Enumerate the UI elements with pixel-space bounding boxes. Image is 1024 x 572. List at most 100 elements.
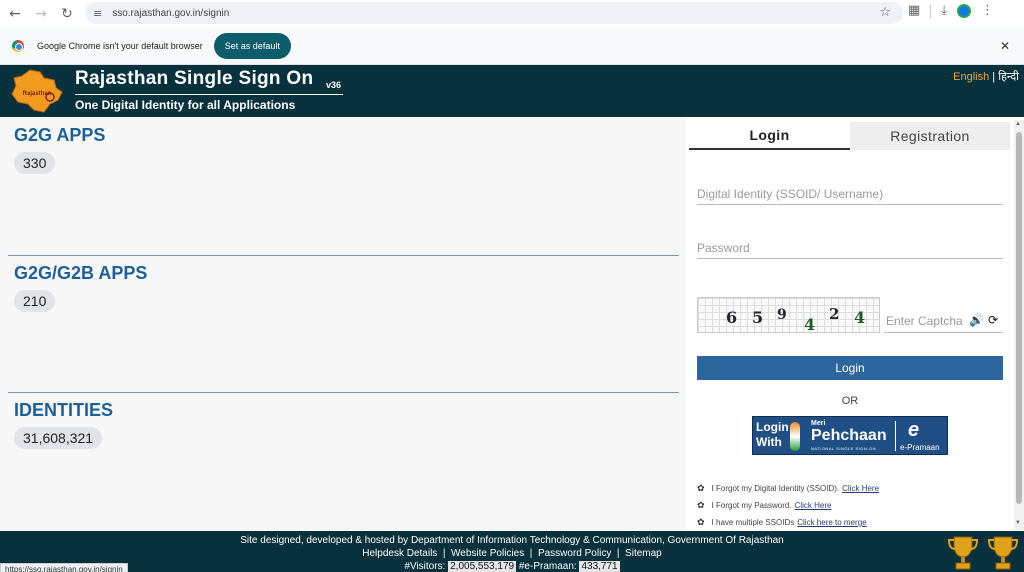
forgot-ssoid-text: I Forgot my Digital Identity (SSOID). bbox=[711, 484, 840, 493]
menu-icon[interactable]: ⋮ bbox=[981, 3, 994, 18]
helpdesk-link[interactable]: Helpdesk Details bbox=[362, 548, 437, 559]
merge-ssoid-text: I have multiple SSOIDs bbox=[711, 518, 795, 527]
forgot-password-link[interactable]: Click Here bbox=[795, 501, 832, 510]
bullet-icon: ✿ bbox=[697, 517, 705, 528]
status-bar-url: https://sso.rajasthan.gov.in/signin bbox=[0, 563, 128, 572]
chrome-logo-icon bbox=[12, 40, 24, 52]
epramaan-logo-icon: e bbox=[908, 419, 920, 441]
captcha-digit: 4 bbox=[854, 308, 866, 327]
stat-count: 31,608,321 bbox=[14, 427, 103, 449]
scroll-up-icon[interactable]: ▲ bbox=[1015, 121, 1021, 127]
help-links: ✿ I Forgot my Digital Identity (SSOID). Cl… bbox=[697, 480, 879, 531]
pehchaan-name: Pehchaan bbox=[811, 427, 887, 444]
bullet-icon: ✿ bbox=[697, 500, 705, 511]
url-text: sso.rajasthan.gov.in/signin bbox=[112, 7, 230, 19]
captcha-digit: 5 bbox=[752, 308, 764, 327]
pehchaan-login-with: Login With bbox=[756, 420, 789, 450]
browser-toolbar: ← → ↻ ≡ sso.rajasthan.gov.in/signin ☆ ▦ … bbox=[0, 0, 1024, 28]
download-icon[interactable]: ⤓ bbox=[941, 3, 947, 18]
website-policies-link[interactable]: Website Policies bbox=[451, 548, 524, 559]
profile-icon[interactable] bbox=[957, 3, 972, 18]
language-hindi-link[interactable]: हिन्दी bbox=[998, 71, 1019, 83]
password-policy-link[interactable]: Password Policy bbox=[538, 548, 611, 559]
bullet-icon: ✿ bbox=[697, 483, 705, 494]
footer-separator: | bbox=[529, 548, 533, 559]
visitors-count: 2,005,553,179 bbox=[448, 561, 517, 572]
address-bar[interactable]: ≡ sso.rajasthan.gov.in/signin ☆ bbox=[85, 2, 903, 24]
stat-g2g-apps: G2G APPS 330 bbox=[8, 125, 679, 256]
site-footer: Site designed, developed & hosted by Dep… bbox=[0, 531, 1024, 572]
ssoid-input[interactable]: Digital Identity (SSOID/ Username) bbox=[697, 185, 1003, 205]
stat-title: IDENTITIES bbox=[14, 400, 114, 420]
list-item: ✿ I Forgot my Digital Identity (SSOID). Cl… bbox=[697, 480, 879, 497]
stat-identities: IDENTITIES 31,608,321 bbox=[8, 400, 679, 449]
forgot-ssoid-link[interactable]: Click Here bbox=[842, 484, 879, 493]
captcha-digit: 4 bbox=[804, 315, 816, 334]
footer-separator: | bbox=[442, 548, 446, 559]
speaker-icon[interactable]: 🔊 bbox=[969, 313, 984, 327]
default-browser-infobar: Google Chrome isn't your default browser… bbox=[0, 28, 1024, 65]
or-separator: OR bbox=[841, 395, 859, 407]
captcha-digit: 6 bbox=[726, 308, 738, 327]
trophy-icon bbox=[988, 536, 1018, 570]
stat-title: G2G APPS bbox=[14, 125, 106, 145]
scroll-down-icon[interactable]: ▼ bbox=[1015, 520, 1021, 526]
scrollbar-thumb[interactable] bbox=[1016, 132, 1022, 504]
pehchaan-sub: NATIONAL SINGLE SIGN-ON bbox=[811, 446, 877, 451]
pehchaan-with-text: With bbox=[756, 435, 782, 449]
pehchaan-meri: Meri bbox=[811, 420, 826, 427]
bookmark-star-icon[interactable]: ☆ bbox=[879, 5, 891, 20]
rajasthan-map-logo: Rajasthan bbox=[11, 69, 63, 113]
toolbar-divider bbox=[930, 3, 932, 18]
epramaan-count: 433,771 bbox=[579, 561, 620, 572]
scrollbar[interactable]: ▲ ▼ bbox=[1014, 120, 1024, 530]
forgot-password-text: I Forgot my Password. bbox=[711, 501, 792, 510]
captcha-image: 6 5 9 4 2 4 bbox=[697, 297, 880, 334]
password-input[interactable]: Password bbox=[697, 239, 1003, 259]
stats-panel: G2G APPS 330 G2G/G2B APPS 210 IDENTITIES… bbox=[0, 117, 686, 531]
sitemap-link[interactable]: Sitemap bbox=[625, 548, 662, 559]
stat-count: 330 bbox=[14, 152, 56, 174]
stat-count: 210 bbox=[14, 290, 56, 312]
stat-divider bbox=[8, 392, 679, 393]
footer-links: Helpdesk Details | Website Policies | Pa… bbox=[0, 548, 1024, 559]
stat-title: G2G/G2B APPS bbox=[14, 263, 148, 283]
pehchaan-divider bbox=[895, 421, 896, 451]
infobar-message: Google Chrome isn't your default browser bbox=[37, 41, 203, 51]
version-badge: v36 bbox=[326, 80, 342, 90]
epramaan-label: e-Pramaan bbox=[900, 443, 940, 452]
pehchaan-figure-icon bbox=[790, 422, 800, 451]
visitors-label: #Visitors: bbox=[404, 561, 446, 572]
reload-icon[interactable]: ↻ bbox=[54, 3, 80, 25]
set-as-default-button[interactable]: Set as default bbox=[213, 33, 291, 59]
close-icon[interactable]: ✕ bbox=[1000, 39, 1010, 53]
footer-credit: Site designed, developed & hosted by Dep… bbox=[240, 535, 784, 546]
language-switcher: English | हिन्दी bbox=[953, 69, 1019, 84]
footer-separator: | bbox=[616, 548, 620, 559]
tab-login[interactable]: Login bbox=[689, 122, 850, 150]
extensions-icon[interactable]: ▦ bbox=[908, 3, 920, 18]
tab-registration[interactable]: Registration bbox=[850, 122, 1010, 150]
pehchaan-login-text: Login bbox=[756, 420, 789, 434]
forward-icon[interactable]: → bbox=[28, 3, 54, 25]
language-separator: | bbox=[989, 71, 999, 83]
stat-divider bbox=[8, 255, 679, 256]
back-icon[interactable]: ← bbox=[2, 3, 28, 25]
login-button[interactable]: Login bbox=[697, 356, 1003, 380]
site-title: Rajasthan Single Sign On bbox=[75, 68, 314, 89]
site-subtitle: One Digital Identity for all Application… bbox=[75, 98, 296, 112]
epramaan-count-label: #e-Pramaan: bbox=[518, 561, 577, 572]
captcha-digit: 9 bbox=[777, 307, 787, 323]
refresh-icon[interactable]: ⟳ bbox=[988, 313, 998, 327]
meri-pehchaan-login-button[interactable]: Login With Meri Pehchaan NATIONAL SINGLE… bbox=[752, 416, 948, 455]
captcha-digit: 2 bbox=[829, 305, 840, 323]
title-underline bbox=[75, 94, 343, 95]
site-settings-icon[interactable]: ≡ bbox=[93, 7, 102, 20]
trophy-icon bbox=[948, 536, 978, 570]
login-panel: Login Registration Digital Identity (SSO… bbox=[686, 117, 1024, 531]
language-english-link[interactable]: English bbox=[953, 71, 989, 83]
list-item: ✿ I Forgot my Password. Click Here bbox=[697, 497, 879, 514]
footer-counters: #Visitors: 2,005,553,179 #e-Pramaan: 433… bbox=[0, 561, 1024, 572]
merge-ssoid-link[interactable]: Click here to merge bbox=[797, 518, 866, 527]
site-header: Rajasthan Rajasthan Single Sign On v36 O… bbox=[0, 65, 1024, 117]
